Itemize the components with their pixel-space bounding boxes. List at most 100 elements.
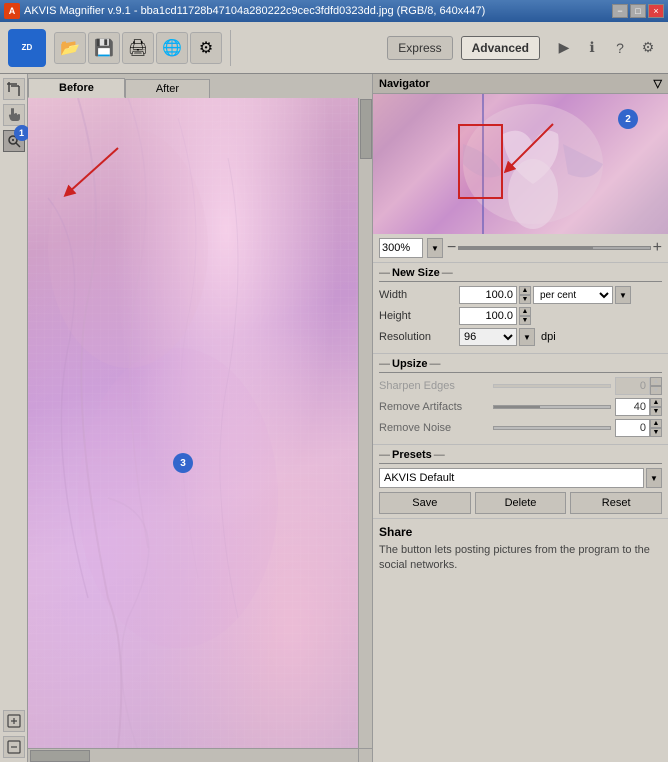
- preset-dropdown-button[interactable]: ▼: [646, 468, 662, 488]
- horizontal-scrollbar-thumb[interactable]: [30, 750, 90, 762]
- noise-input[interactable]: [615, 419, 650, 437]
- vertical-scrollbar-thumb[interactable]: [360, 99, 372, 159]
- bottom-tool-2[interactable]: [3, 736, 25, 758]
- preset-select-display[interactable]: AKVIS Default: [379, 468, 644, 488]
- sharpen-spinner: ▲ ▼: [650, 377, 662, 395]
- sharpen-slider[interactable]: [493, 384, 611, 388]
- zoom-slider[interactable]: [458, 246, 650, 250]
- annotation-badge-2: 2: [618, 109, 638, 129]
- upsize-section: — Upsize — Sharpen Edges ▲ ▼ Remove Arti…: [373, 354, 668, 445]
- sharpen-input: [615, 377, 650, 395]
- height-input-group: ▲ ▼: [459, 307, 531, 325]
- height-up-button[interactable]: ▲: [519, 307, 531, 316]
- navigator-title: Navigator: [379, 78, 430, 90]
- maximize-button[interactable]: □: [630, 4, 646, 18]
- artifacts-down-button[interactable]: ▼: [650, 407, 662, 416]
- artifacts-up-button[interactable]: ▲: [650, 398, 662, 407]
- zoom-input[interactable]: 300%: [379, 238, 423, 258]
- pixel-grid-overlay: [28, 98, 358, 762]
- close-button[interactable]: ×: [648, 4, 664, 18]
- height-label: Height: [379, 310, 459, 322]
- navigator-section: Navigator ▽: [373, 74, 668, 263]
- canvas-viewport[interactable]: 3: [28, 98, 372, 762]
- vertical-scrollbar[interactable]: [358, 98, 372, 748]
- noise-label: Remove Noise: [379, 422, 489, 434]
- navigator-header: Navigator ▽: [373, 74, 668, 94]
- width-input-group: ▲ ▼ per cent pixels cm inches ▼: [459, 286, 631, 304]
- window-title: AKVIS Magnifier v.9.1 - bba1cd11728b4710…: [24, 5, 612, 17]
- preferences-button[interactable]: ⚙: [636, 36, 660, 60]
- artifacts-input[interactable]: [615, 398, 650, 416]
- noise-down-button[interactable]: ▼: [650, 428, 662, 437]
- presets-title: — Presets —: [379, 449, 662, 464]
- preset-save-button[interactable]: Save: [379, 492, 471, 514]
- new-size-title: — New Size —: [379, 267, 662, 282]
- right-panel: Navigator ▽: [373, 74, 668, 762]
- new-size-section: — New Size — Width ▲ ▼ per cent pixels c…: [373, 263, 668, 354]
- window-controls: − □ ×: [612, 4, 664, 18]
- mode-selector: Express Advanced: [387, 36, 540, 60]
- advanced-mode-button[interactable]: Advanced: [461, 36, 540, 60]
- express-mode-button[interactable]: Express: [387, 36, 452, 60]
- width-label: Width: [379, 289, 459, 301]
- before-tab[interactable]: Before: [28, 78, 125, 98]
- dpi-label: dpi: [541, 331, 556, 343]
- sharpen-up-button: ▲: [650, 377, 662, 386]
- unit-dropdown-button[interactable]: ▼: [615, 286, 631, 304]
- navigator-collapse-icon[interactable]: ▽: [654, 77, 662, 90]
- artifacts-slider[interactable]: [493, 405, 611, 409]
- sharpen-label: Sharpen Edges: [379, 380, 489, 392]
- zoom-out-button[interactable]: −: [447, 240, 456, 256]
- preset-delete-button[interactable]: Delete: [475, 492, 567, 514]
- width-up-button[interactable]: ▲: [519, 286, 531, 295]
- resolution-row: Resolution 96 72 150 300 ▼ dpi: [379, 328, 662, 346]
- save-button[interactable]: 💾: [88, 32, 120, 64]
- minimize-button[interactable]: −: [612, 4, 628, 18]
- print-button[interactable]: 🖨: [122, 32, 154, 64]
- scrollbar-corner: [358, 748, 372, 762]
- file-tools: 📂 💾 🖨 🌐 ⚙: [54, 32, 222, 64]
- width-input[interactable]: [459, 286, 517, 304]
- horizontal-scrollbar[interactable]: [28, 748, 358, 762]
- noise-row: Remove Noise ▲ ▼: [379, 419, 662, 437]
- noise-slider[interactable]: [493, 426, 611, 430]
- toolbar-separator: [230, 30, 231, 66]
- resolution-label: Resolution: [379, 331, 459, 343]
- web-button[interactable]: 🌐: [156, 32, 188, 64]
- sharpen-row: Sharpen Edges ▲ ▼: [379, 377, 662, 395]
- artifacts-spinner: ▲ ▼: [650, 398, 662, 416]
- zoom-dropdown-button[interactable]: ▼: [427, 238, 443, 258]
- resolution-dropdown-button[interactable]: ▼: [519, 328, 535, 346]
- resolution-input-group: 96 72 150 300 ▼ dpi: [459, 328, 556, 346]
- open-button[interactable]: 📂: [54, 32, 86, 64]
- height-down-button[interactable]: ▼: [519, 316, 531, 325]
- tools-panel: 1: [0, 74, 28, 762]
- help-button[interactable]: ?: [608, 36, 632, 60]
- info-button[interactable]: ℹ: [580, 36, 604, 60]
- noise-spinner: ▲ ▼: [650, 419, 662, 437]
- bottom-tool-1[interactable]: [3, 710, 25, 732]
- height-input[interactable]: [459, 307, 517, 325]
- brand-logo: ZD: [8, 29, 46, 67]
- hand-tool-button[interactable]: [3, 104, 25, 126]
- artifacts-row: Remove Artifacts ▲ ▼: [379, 398, 662, 416]
- navigator-view[interactable]: 2: [373, 94, 668, 234]
- play-button[interactable]: ▶: [552, 36, 576, 60]
- preset-reset-button[interactable]: Reset: [570, 492, 662, 514]
- zoom-slider-container: − +: [447, 240, 662, 256]
- unit-select[interactable]: per cent pixels cm inches: [533, 286, 613, 304]
- crop-tool-button[interactable]: [3, 78, 25, 100]
- zoom-tool-button[interactable]: 1: [3, 130, 25, 152]
- width-row: Width ▲ ▼ per cent pixels cm inches ▼: [379, 286, 662, 304]
- noise-up-button[interactable]: ▲: [650, 419, 662, 428]
- settings-button[interactable]: ⚙: [190, 32, 222, 64]
- height-spinner: ▲ ▼: [519, 307, 531, 325]
- canvas-area: Before After: [28, 74, 373, 762]
- zoom-in-button[interactable]: +: [653, 240, 662, 256]
- sharpen-down-button: ▼: [650, 386, 662, 395]
- resolution-select[interactable]: 96 72 150 300: [459, 328, 517, 346]
- width-down-button[interactable]: ▼: [519, 295, 531, 304]
- canvas-tabs: Before After: [28, 74, 372, 98]
- titlebar: A AKVIS Magnifier v.9.1 - bba1cd11728b47…: [0, 0, 668, 22]
- after-tab[interactable]: After: [125, 79, 210, 98]
